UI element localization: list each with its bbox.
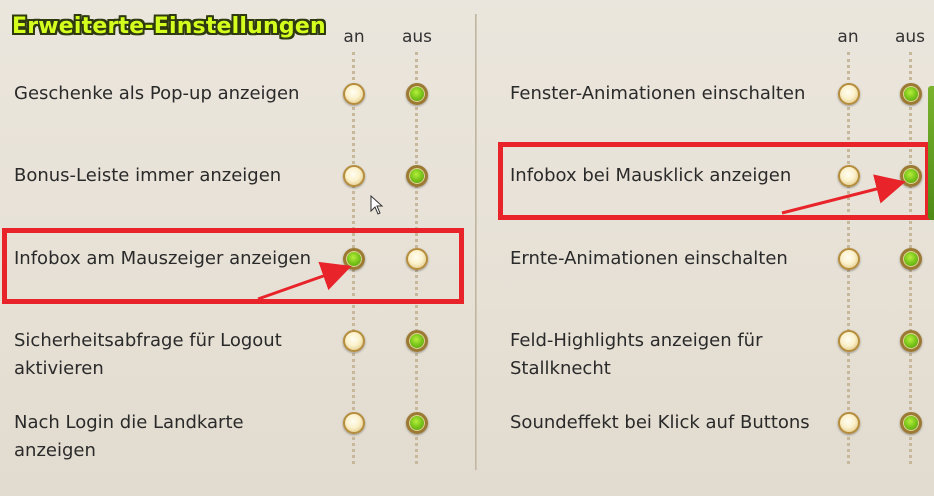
settings-panel: Erweiterte-Einstellungen an aus an aus G…	[0, 0, 934, 496]
arrow-right	[781, 174, 906, 215]
mouse-cursor-icon	[370, 195, 384, 215]
arrow-left	[257, 261, 352, 301]
side-tab-edge	[928, 86, 934, 220]
annotation-arrows	[257, 174, 906, 301]
